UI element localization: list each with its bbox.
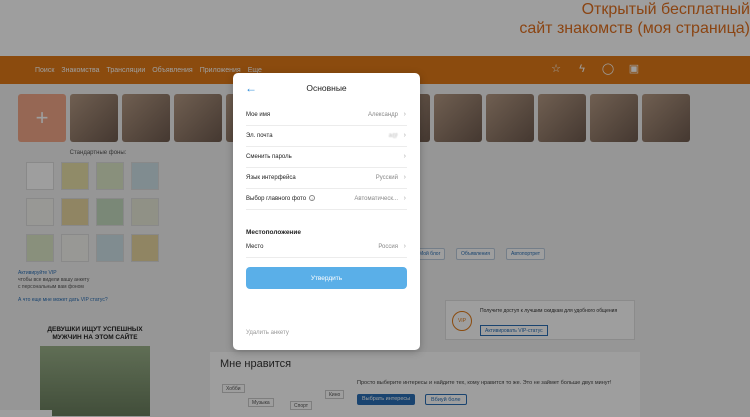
chevron-right-icon: › <box>403 132 406 139</box>
row-value: Русский <box>375 175 398 181</box>
chevron-right-icon: › <box>403 195 406 202</box>
row-language[interactable]: Язык интерфейса Русский › <box>246 168 407 189</box>
chevron-right-icon: › <box>403 174 406 181</box>
row-label: Место <box>246 244 264 250</box>
chevron-right-icon: › <box>403 243 406 250</box>
row-label: Сменить пароль <box>246 154 292 160</box>
row-email[interactable]: Эл. почта a@ › <box>246 126 407 147</box>
row-change-password[interactable]: Сменить пароль › <box>246 147 407 168</box>
row-location[interactable]: Место Россия › <box>246 237 407 258</box>
row-name[interactable]: Мое имя Александр › <box>246 105 407 126</box>
row-label: Мое имя <box>246 112 271 118</box>
modal-header: ← Основные <box>233 73 420 103</box>
settings-modal: ← Основные Мое имя Александр › Эл. почта… <box>233 73 420 350</box>
modal-title: Основные <box>306 83 347 93</box>
row-value: a@ <box>388 133 398 139</box>
row-label: Выбор главного фото i <box>246 189 316 209</box>
row-value: Александр <box>367 112 398 118</box>
row-value: Автоматическ... <box>354 196 398 202</box>
chevron-right-icon: › <box>403 111 406 118</box>
info-icon[interactable]: i <box>309 195 316 202</box>
location-section-title: Местоположение <box>246 229 301 236</box>
row-label: Эл. почта <box>246 133 273 139</box>
row-value: Россия <box>378 244 398 250</box>
delete-profile-link[interactable]: Удалить анкету <box>246 330 289 336</box>
row-label: Язык интерфейса <box>246 175 296 181</box>
chevron-right-icon: › <box>403 153 406 160</box>
row-label-text: Выбор главного фото <box>246 196 307 202</box>
save-button[interactable]: Утвердить <box>246 267 407 289</box>
row-main-photo[interactable]: Выбор главного фото i Автоматическ... › <box>246 189 407 210</box>
